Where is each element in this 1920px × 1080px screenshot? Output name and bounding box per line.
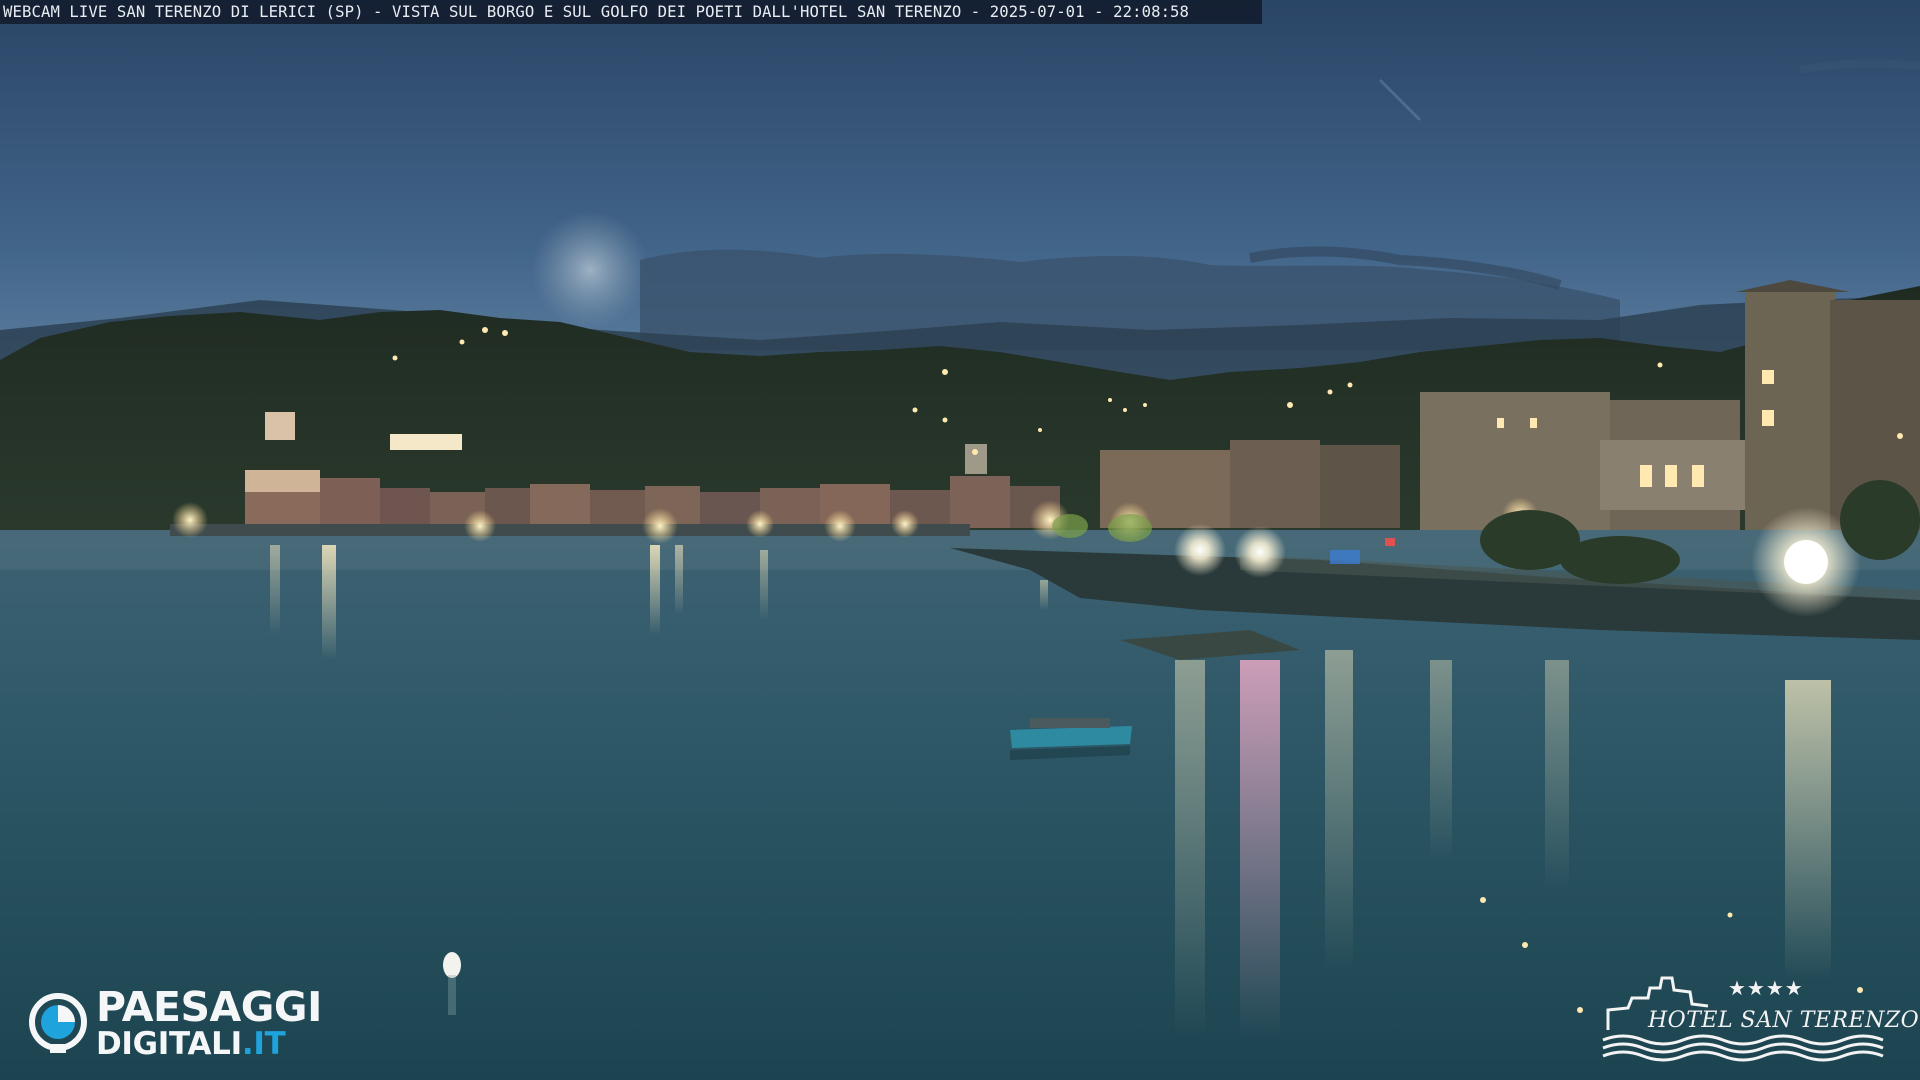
brand-name-paesaggi: PAESAGGI — [96, 982, 322, 1031]
hotel-stars: ★★★★ — [1728, 976, 1804, 1000]
hotel-san-terenzo-logo: ★★★★ HOTEL SAN TERENZO — [1598, 970, 1919, 1062]
webcam-frame: WEBCAM LIVE SAN TERENZO DI LERICI (SP) -… — [0, 0, 1920, 1080]
hotel-name: HOTEL SAN TERENZO — [1648, 1008, 1920, 1033]
paesaggi-digitali-logo-icon — [29, 993, 87, 1053]
paesaggi-digitali-logo: PAESAGGI DIGITALI.IT — [28, 982, 322, 1062]
brand-tld: .IT — [241, 1025, 286, 1062]
webcam-scene — [0, 0, 1920, 1080]
webcam-caption: WEBCAM LIVE SAN TERENZO DI LERICI (SP) -… — [0, 0, 1262, 24]
brand-name-digitali: DIGITALI.IT — [96, 1025, 286, 1062]
